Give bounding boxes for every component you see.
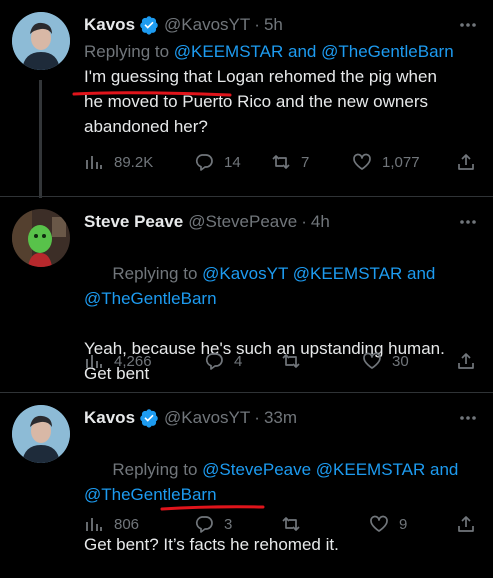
tweet-1[interactable]: Kavos @KavosYT · 5h Replying to @KEEMSTA… — [0, 0, 493, 198]
tweet-text: Get bent? It’s facts he rehomed it. — [84, 535, 339, 554]
like-button[interactable]: 9 — [369, 514, 407, 534]
display-name[interactable]: Kavos — [84, 15, 135, 35]
like-count: 1,077 — [382, 153, 420, 171]
replying-to-links[interactable]: @KEEMSTAR and @TheGentleBarn — [174, 42, 454, 61]
views-icon — [86, 156, 102, 169]
reply-icon — [195, 154, 213, 171]
replying-to-label: Replying to — [112, 460, 203, 479]
handle[interactable]: @StevePeave — [188, 212, 297, 232]
reply-icon — [205, 353, 223, 370]
annotation-underline — [72, 91, 232, 97]
retweet-button[interactable] — [281, 514, 311, 534]
share-button[interactable] — [456, 514, 476, 534]
display-name[interactable]: Kavos — [84, 408, 135, 428]
views-icon — [86, 355, 102, 368]
replying-to-label: Replying to — [84, 42, 174, 61]
more-icon[interactable] — [457, 14, 479, 36]
tweet-text: I'm guessing that Logan rehomed the pig … — [84, 67, 437, 136]
like-icon — [370, 515, 388, 532]
share-icon — [458, 353, 474, 369]
retweet-icon — [282, 354, 300, 368]
handle[interactable]: @KavosYT — [164, 408, 250, 428]
reply-count: 4 — [234, 352, 243, 370]
replying-to: Replying to @KEEMSTAR and @TheGentleBarn — [84, 39, 481, 64]
replying-to: Replying to @KavosYT @KEEMSTAR and @TheG… — [84, 236, 481, 336]
handle[interactable]: @KavosYT — [164, 15, 250, 35]
verified-icon — [140, 16, 158, 35]
thread-line — [39, 80, 42, 198]
display-name[interactable]: Steve Peave — [84, 212, 183, 232]
like-count: 30 — [392, 352, 409, 370]
tweet-header: Kavos @KavosYT · 5h — [84, 14, 481, 36]
like-button[interactable]: 1,077 — [352, 152, 420, 172]
reply-button[interactable]: 4 — [204, 351, 242, 371]
views-count: 806 — [114, 515, 140, 533]
views-count: 89.2K — [114, 153, 154, 171]
views-icon — [86, 518, 102, 531]
replying-to-label: Replying to — [112, 264, 203, 283]
reply-icon — [195, 516, 213, 533]
avatar-kavos[interactable] — [12, 12, 70, 70]
avatar-kavos[interactable] — [12, 405, 70, 463]
tweet-header: Kavos @KavosYT · 33m — [84, 407, 481, 429]
timestamp[interactable]: 33m — [264, 408, 297, 428]
share-icon — [458, 154, 474, 170]
tweet-3[interactable]: Kavos @KavosYT · 33m Replying to @SteveP… — [0, 392, 493, 578]
annotation-underline — [160, 505, 265, 511]
reply-button[interactable]: 3 — [194, 514, 232, 534]
views-button[interactable]: 4,266 — [84, 351, 152, 371]
separator-dot: · — [254, 408, 260, 427]
views-count: 4,266 — [114, 352, 152, 370]
reply-count: 3 — [224, 515, 233, 533]
separator-dot: · — [301, 212, 307, 231]
avatar-steve-peave[interactable] — [12, 209, 70, 267]
views-button[interactable]: 89.2K — [84, 152, 153, 172]
tweet-header: Steve Peave @StevePeave · 4h — [84, 211, 481, 233]
reply-count: 14 — [224, 153, 241, 171]
like-button[interactable]: 30 — [362, 351, 409, 371]
share-icon — [458, 516, 474, 532]
like-icon — [353, 153, 371, 170]
more-icon[interactable] — [457, 211, 479, 233]
retweet-icon — [282, 517, 300, 531]
share-button[interactable] — [456, 351, 476, 371]
like-icon — [363, 352, 381, 369]
separator-dot: · — [254, 15, 260, 34]
verified-icon — [140, 409, 158, 428]
views-button[interactable]: 806 — [84, 514, 139, 534]
share-button[interactable] — [456, 152, 476, 172]
tweet-2[interactable]: Steve Peave @StevePeave · 4h Replying to… — [0, 196, 493, 392]
retweet-button[interactable] — [281, 351, 311, 371]
timestamp[interactable]: 5h — [264, 15, 283, 35]
like-count: 9 — [399, 515, 408, 533]
retweet-button[interactable]: 7 — [271, 152, 309, 172]
reply-button[interactable]: 14 — [194, 152, 241, 172]
timestamp[interactable]: 4h — [311, 212, 330, 232]
retweet-icon — [272, 155, 290, 169]
retweet-count: 7 — [301, 153, 310, 171]
more-icon[interactable] — [457, 407, 479, 429]
